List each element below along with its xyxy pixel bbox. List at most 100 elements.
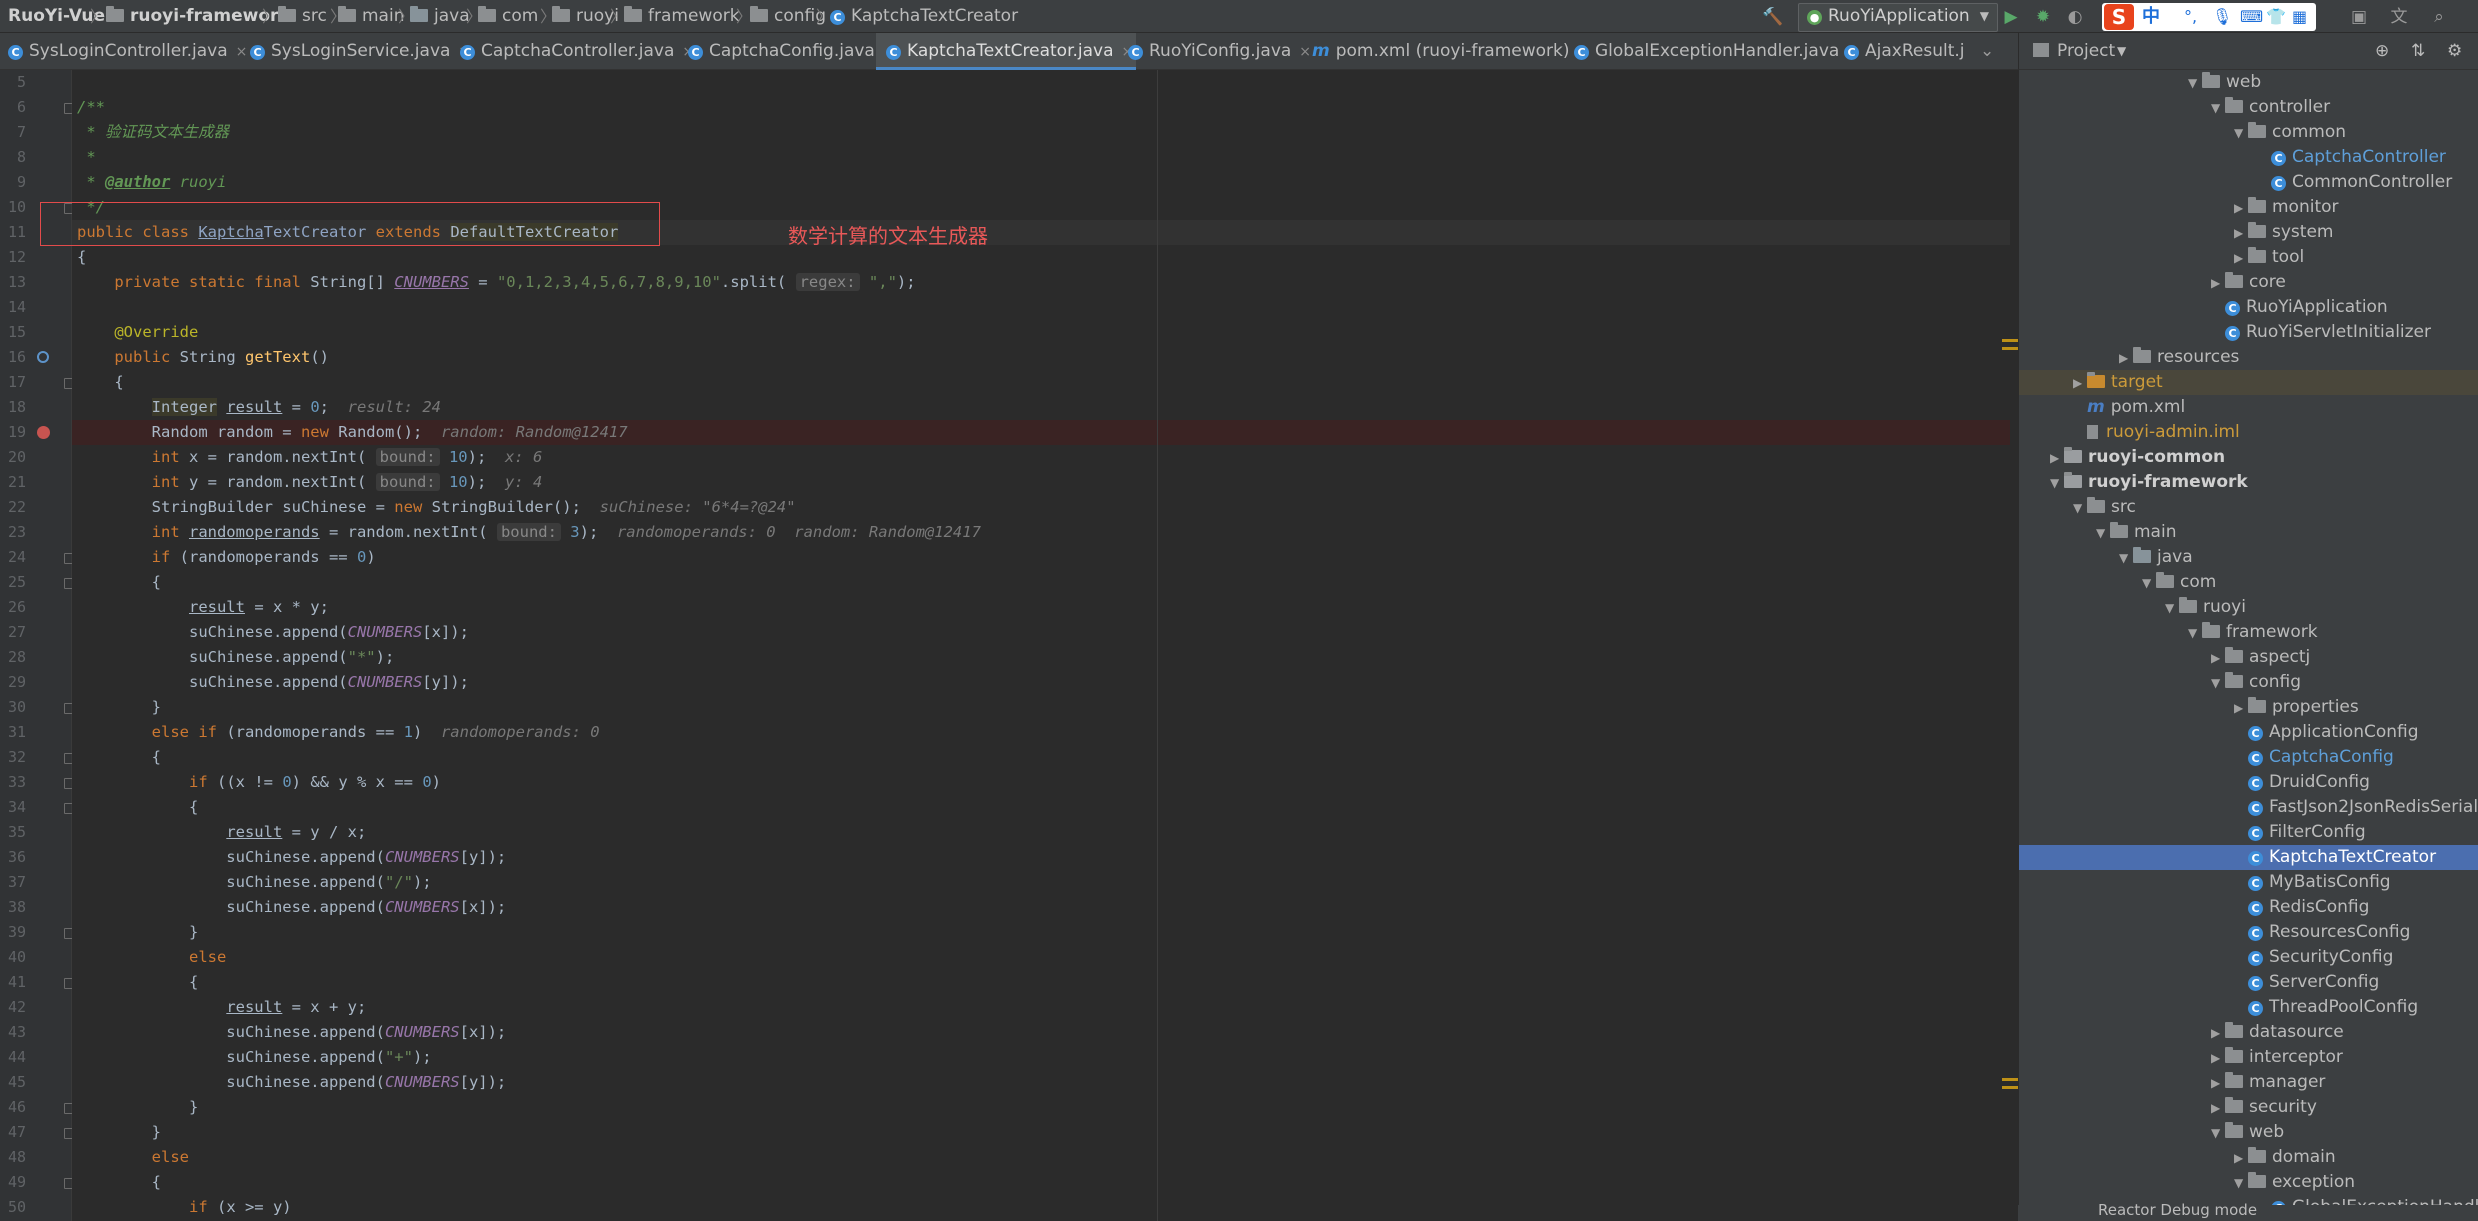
expanded-arrow-icon[interactable]: ▼ — [2188, 71, 2202, 96]
tree-node[interactable]: C ApplicationConfig — [2019, 720, 2478, 745]
tree-node[interactable]: C RuoYiServletInitializer — [2019, 320, 2478, 345]
tree-node[interactable]: ▼ common — [2019, 120, 2478, 145]
code-line[interactable]: if (x >= y) — [77, 1195, 292, 1220]
warning-stripe-marker[interactable] — [2002, 1086, 2018, 1089]
collapsed-arrow-icon[interactable]: ▶ — [2211, 1096, 2225, 1121]
tree-node[interactable]: ▼ ruoyi — [2019, 595, 2478, 620]
collapsed-arrow-icon[interactable]: ▶ — [2073, 371, 2087, 396]
tree-node[interactable]: C ResourcesConfig — [2019, 920, 2478, 945]
collapsed-arrow-icon[interactable]: ▶ — [2234, 246, 2248, 271]
code-line[interactable]: private static final String[] CNUMBERS =… — [77, 270, 916, 295]
breadcrumb-config[interactable]: config — [750, 0, 826, 33]
code-line[interactable]: * 验证码文本生成器 — [77, 120, 229, 145]
code-line[interactable]: else — [77, 1145, 189, 1170]
tree-node[interactable]: m pom.xml — [2019, 395, 2478, 420]
code-line[interactable]: suChinese.append(CNUMBERS[x]); — [77, 620, 469, 645]
code-line[interactable]: else if (randomoperands == 1) randomoper… — [77, 720, 600, 745]
code-line[interactable]: int x = random.nextInt( bound: 10); x: 6 — [77, 445, 542, 470]
code-line[interactable]: suChinese.append(CNUMBERS[x]); — [77, 895, 506, 920]
tree-node[interactable]: ▶ core — [2019, 270, 2478, 295]
code-line[interactable]: suChinese.append(CNUMBERS[y]); — [77, 845, 506, 870]
breakpoint-icon[interactable] — [37, 426, 50, 439]
code-line[interactable]: { — [77, 795, 198, 820]
tree-node[interactable]: ▶ interceptor — [2019, 1045, 2478, 1070]
code-line[interactable]: else — [77, 945, 226, 970]
search-icon[interactable]: ⌕ — [2428, 6, 2450, 28]
tab-pom-xml[interactable]: mpom.xml (ruoyi-framework)× — [1312, 33, 1589, 70]
tree-node[interactable]: ▼ com — [2019, 570, 2478, 595]
locate-icon[interactable]: ⊕ — [2375, 33, 2389, 70]
tree-node[interactable]: C ServerConfig — [2019, 970, 2478, 995]
tree-node[interactable]: ▶ security — [2019, 1095, 2478, 1120]
translate-icon[interactable]: 文 — [2388, 6, 2410, 28]
code-line[interactable]: StringBuilder suChinese = new StringBuil… — [77, 495, 796, 520]
collapsed-arrow-icon[interactable]: ▶ — [2211, 646, 2225, 671]
collapsed-arrow-icon[interactable]: ▶ — [2050, 446, 2064, 471]
code-line[interactable]: int y = random.nextInt( bound: 10); y: 4 — [77, 470, 542, 495]
keyboard-icon[interactable]: ⌨ — [2240, 3, 2263, 31]
project-structure-icon[interactable]: ▣ — [2348, 6, 2370, 28]
code-line[interactable]: @Override — [77, 320, 198, 345]
code-line[interactable]: } — [77, 920, 198, 945]
code-line[interactable]: result = x + y; — [77, 995, 366, 1020]
tree-node[interactable]: ▼ controller — [2019, 95, 2478, 120]
run-icon[interactable]: ▶ — [2000, 6, 2022, 28]
skin-icon[interactable]: 👕 — [2266, 3, 2286, 31]
gear-icon[interactable]: ⚙ — [2447, 33, 2462, 70]
code-line[interactable]: suChinese.append(CNUMBERS[y]); — [77, 670, 469, 695]
code-line[interactable]: * — [77, 145, 95, 170]
code-line[interactable]: { — [77, 245, 86, 270]
collapsed-arrow-icon[interactable]: ▶ — [2211, 271, 2225, 296]
tree-node[interactable]: ▶ monitor — [2019, 195, 2478, 220]
tab-overflow-chevron-icon[interactable]: ⌄ — [1980, 33, 1994, 70]
microphone-icon[interactable]: 🎙 — [2212, 3, 2232, 31]
tree-node[interactable]: ▼ src — [2019, 495, 2478, 520]
tree-node[interactable]: ▼ ruoyi-framework — [2019, 470, 2478, 495]
run-configuration-select[interactable]: ● RuoYiApplication ▼ — [1798, 3, 1998, 32]
expanded-arrow-icon[interactable]: ▼ — [2211, 96, 2225, 121]
tree-node[interactable]: ruoyi-admin.iml — [2019, 420, 2478, 445]
expanded-arrow-icon[interactable]: ▼ — [2142, 571, 2156, 596]
tree-node[interactable]: ▶ target — [2019, 370, 2478, 395]
tab-sysloginservice[interactable]: CSysLoginService.java× — [250, 33, 470, 70]
tree-node[interactable]: C CaptchaController — [2019, 145, 2478, 170]
breadcrumb-com[interactable]: com — [478, 0, 538, 33]
tree-node[interactable]: C ThreadPoolConfig — [2019, 995, 2478, 1020]
code-line[interactable]: suChinese.append("+"); — [77, 1045, 431, 1070]
collapsed-arrow-icon[interactable]: ▶ — [2234, 696, 2248, 721]
code-line[interactable]: Integer result = 0; result: 24 — [77, 395, 441, 420]
tab-ajaxresult[interactable]: C AjaxResult.j — [1844, 33, 1965, 70]
code-line[interactable]: { — [77, 570, 161, 595]
code-line[interactable]: { — [77, 1170, 161, 1195]
tab-ruoyiconfig[interactable]: C RuoYiConfig.java × — [1128, 33, 1311, 70]
code-line[interactable]: Random random = new Random(); random: Ra… — [77, 420, 628, 445]
tree-node[interactable]: ▶ ruoyi-common — [2019, 445, 2478, 470]
tree-node[interactable]: C FastJson2JsonRedisSerializer — [2019, 795, 2478, 820]
tree-node[interactable]: C SecurityConfig — [2019, 945, 2478, 970]
expanded-arrow-icon[interactable]: ▼ — [2234, 1171, 2248, 1196]
code-line[interactable]: } — [77, 1095, 198, 1120]
build-hammer-icon[interactable]: 🔨 — [1762, 6, 1784, 28]
expanded-arrow-icon[interactable]: ▼ — [2073, 496, 2087, 521]
code-line[interactable]: suChinese.append("/"); — [77, 870, 431, 895]
close-icon[interactable]: × — [1299, 44, 1311, 60]
tree-node[interactable]: ▼ main — [2019, 520, 2478, 545]
collapsed-arrow-icon[interactable]: ▶ — [2234, 1146, 2248, 1171]
breadcrumb-framework[interactable]: framework — [624, 0, 740, 33]
override-method-icon[interactable] — [37, 351, 49, 363]
code-line[interactable]: } — [77, 695, 161, 720]
code-line[interactable]: * @author ruoyi — [77, 170, 226, 195]
tree-node[interactable]: ▶ domain — [2019, 1145, 2478, 1170]
ime-language-label[interactable]: 中 — [2142, 3, 2160, 31]
expanded-arrow-icon[interactable]: ▼ — [2050, 471, 2064, 496]
code-line[interactable]: { — [77, 370, 123, 395]
tree-node[interactable]: ▶ manager — [2019, 1070, 2478, 1095]
warning-stripe-marker[interactable] — [2002, 347, 2018, 350]
warning-stripe-marker[interactable] — [2002, 339, 2018, 342]
code-line[interactable]: int randomoperands = random.nextInt( bou… — [77, 520, 981, 545]
warning-stripe-marker[interactable] — [2002, 1078, 2018, 1081]
tree-node[interactable]: ▼ web — [2019, 70, 2478, 95]
collapsed-arrow-icon[interactable]: ▶ — [2234, 221, 2248, 246]
code-line[interactable]: { — [77, 970, 198, 995]
code-line[interactable]: result = x * y; — [77, 595, 329, 620]
